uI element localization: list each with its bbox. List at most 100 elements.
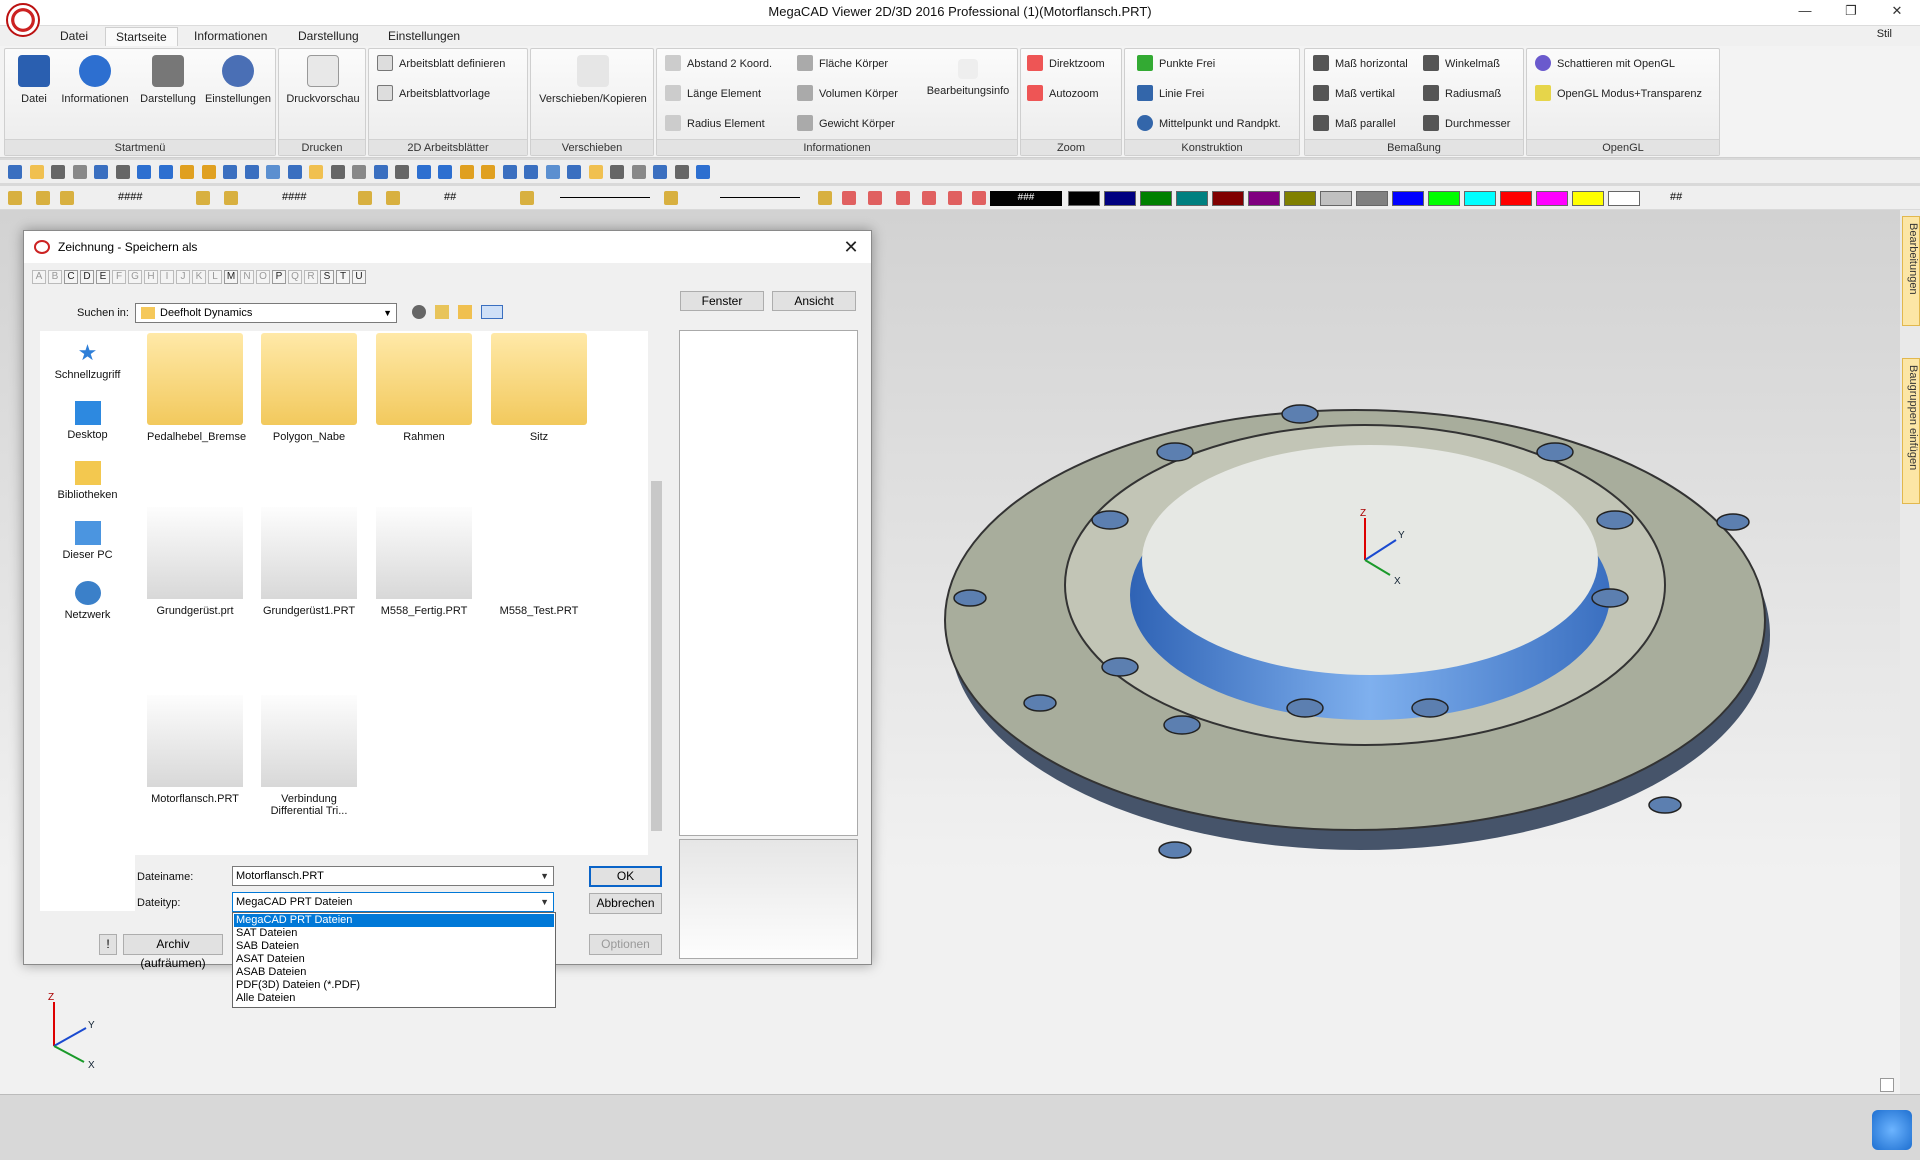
tab-baugruppen-einfuegen[interactable]: Baugruppen einfügen <box>1902 358 1920 504</box>
folder-item[interactable]: Polygon_Nabe <box>261 333 357 443</box>
line-weight-preview[interactable] <box>720 197 800 198</box>
filetype-option[interactable]: ASAB Dateien <box>234 966 554 979</box>
toolbar-tool-icon[interactable] <box>72 165 87 179</box>
toolbar-tool-icon[interactable] <box>266 165 280 179</box>
folder-item[interactable]: Sitz <box>491 333 587 443</box>
toolbar-tool-icon[interactable] <box>524 165 538 179</box>
letter-filter-e[interactable]: E <box>96 270 110 284</box>
attribute-tool-icon[interactable] <box>224 191 238 205</box>
file-item[interactable]: Grundgerüst1.PRT <box>261 507 357 617</box>
filetype-option[interactable]: SAT Dateien <box>234 927 554 940</box>
filetype-option[interactable]: PDF(3D) Dateien (*.PDF) <box>234 979 554 992</box>
toolbar-tool-icon[interactable] <box>588 165 603 179</box>
arbeitsblattvorlage-button[interactable]: Arbeitsblattvorlage <box>377 83 490 105</box>
toolbar-tool-icon[interactable] <box>653 165 667 179</box>
mass-vertikal-button[interactable]: Maß vertikal <box>1313 83 1395 105</box>
zoom-tool-icon[interactable] <box>868 191 882 205</box>
toolbar-tool-icon[interactable] <box>502 165 517 179</box>
color-swatch[interactable] <box>1284 191 1316 206</box>
tab-bearbeitungen[interactable]: Bearbeitungen <box>1902 216 1920 326</box>
toolbar-tool-icon[interactable] <box>244 165 259 179</box>
file-item[interactable]: Grundgerüst.prt <box>147 507 243 617</box>
megacad-logo-icon[interactable] <box>6 3 40 37</box>
dialog-close-button[interactable]: ✕ <box>835 233 867 261</box>
tab-informationen[interactable]: Informationen <box>184 27 277 46</box>
file-item[interactable]: Motorflansch.PRT <box>147 695 243 805</box>
letter-filter-c[interactable]: C <box>64 270 78 284</box>
fenster-button[interactable]: Fenster <box>680 291 764 311</box>
color-swatch[interactable] <box>1212 191 1244 206</box>
folder-item[interactable]: Pedalhebel_Bremse <box>147 333 246 443</box>
toolbar-tool-icon[interactable] <box>395 165 409 179</box>
filetype-option[interactable]: MegaCAD PRT Dateien <box>234 914 554 927</box>
toolbar-tool-icon[interactable] <box>309 165 323 179</box>
style-menu[interactable]: Stil <box>1877 28 1892 40</box>
exclamation-button[interactable]: ! <box>99 934 117 955</box>
toolbar-tool-icon[interactable] <box>459 165 474 179</box>
color-swatch[interactable] <box>1104 191 1136 206</box>
zoom-tool-icon[interactable] <box>842 191 856 205</box>
scrollbar-thumb[interactable] <box>651 481 662 831</box>
darstellung-button[interactable]: Darstellung <box>131 55 205 105</box>
tab-darstellung[interactable]: Darstellung <box>288 27 369 46</box>
toolbar-tool-icon[interactable] <box>8 165 22 179</box>
folder-up-icon[interactable] <box>435 305 449 319</box>
winkelmass-button[interactable]: Winkelmaß <box>1423 53 1500 75</box>
letter-filter-t[interactable]: T <box>336 270 350 284</box>
zoom-tool-icon[interactable] <box>922 191 936 205</box>
attribute-tool-icon[interactable] <box>520 191 534 205</box>
toolbar-tool-icon[interactable] <box>438 165 452 179</box>
color-swatch[interactable] <box>1572 191 1604 206</box>
cancel-button[interactable]: Abbrechen <box>589 893 662 914</box>
options-button[interactable]: Optionen <box>589 934 662 955</box>
chevron-down-icon[interactable]: ▼ <box>540 867 549 885</box>
durchmesser-button[interactable]: Durchmesser <box>1423 113 1510 135</box>
back-icon[interactable] <box>412 305 426 319</box>
letter-filter-n[interactable]: N <box>240 270 254 284</box>
punkte-frei-button[interactable]: Punkte Frei <box>1137 53 1215 75</box>
line-type-preview[interactable] <box>560 197 650 198</box>
schattieren-button[interactable]: Schattieren mit OpenGL <box>1535 53 1675 75</box>
direktzoom-button[interactable]: Direktzoom <box>1027 53 1105 75</box>
current-color[interactable]: ### <box>990 191 1062 206</box>
color-swatch[interactable] <box>1320 191 1352 206</box>
toolbar-tool-icon[interactable] <box>29 165 44 179</box>
new-folder-icon[interactable] <box>458 305 472 319</box>
attribute-tool-icon[interactable] <box>818 191 832 205</box>
attribute-tool-icon[interactable] <box>8 191 22 205</box>
letter-filter-d[interactable]: D <box>80 270 94 284</box>
mass-parallel-button[interactable]: Maß parallel <box>1313 113 1396 135</box>
filetype-option[interactable]: SAB Dateien <box>234 940 554 953</box>
toolbar-tool-icon[interactable] <box>696 165 710 179</box>
color-swatch[interactable] <box>1392 191 1424 206</box>
toolbar-tool-icon[interactable] <box>330 165 345 179</box>
place-schnellzugriff[interactable]: ★ Schnellzugriff <box>40 341 135 382</box>
abstand-button[interactable]: Abstand 2 Koord. <box>665 53 772 75</box>
zoom-tool-icon[interactable] <box>972 191 986 205</box>
place-desktop[interactable]: Desktop <box>40 401 135 441</box>
letter-filter-j[interactable]: J <box>176 270 190 284</box>
toolbar-tool-icon[interactable] <box>137 165 151 179</box>
toolbar-tool-icon[interactable] <box>373 165 388 179</box>
restore-button[interactable]: ❐ <box>1828 0 1874 24</box>
tab-datei[interactable]: Datei <box>50 27 98 46</box>
attribute-tool-icon[interactable] <box>60 191 74 205</box>
toolbar-tool-icon[interactable] <box>287 165 302 179</box>
ansicht-button[interactable]: Ansicht <box>772 291 856 311</box>
file-item[interactable]: Verbindung Differential Tri... <box>261 695 357 817</box>
file-item[interactable]: M558_Fertig.PRT <box>376 507 472 617</box>
line-style-field[interactable]: #### <box>118 191 142 203</box>
datei-button[interactable]: Datei <box>9 55 59 105</box>
toolbar-tool-icon[interactable] <box>610 165 624 179</box>
color-swatch[interactable] <box>1068 191 1100 206</box>
linie-frei-button[interactable]: Linie Frei <box>1137 83 1204 105</box>
toolbar-tool-icon[interactable] <box>180 165 194 179</box>
toolbar-tool-icon[interactable] <box>481 165 495 179</box>
toolbar-tool-icon[interactable] <box>567 165 581 179</box>
gewicht-koerper-button[interactable]: Gewicht Körper <box>797 113 895 135</box>
color-swatch[interactable] <box>1500 191 1532 206</box>
folder-item[interactable]: Rahmen <box>376 333 472 443</box>
file-item[interactable]: M558_Test.PRT <box>491 507 587 617</box>
minimize-button[interactable]: — <box>1782 0 1828 24</box>
volumen-koerper-button[interactable]: Volumen Körper <box>797 83 898 105</box>
